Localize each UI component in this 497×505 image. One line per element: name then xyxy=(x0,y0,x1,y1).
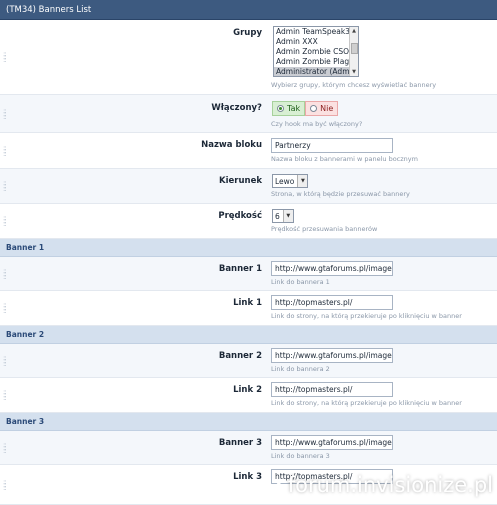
drag-handle-icon[interactable]: :::::: xyxy=(3,107,7,120)
kierunek-label: Kierunek xyxy=(219,176,262,186)
watermark-text: forum.invisionize.pl xyxy=(287,473,493,497)
checkmark-logo-icon xyxy=(265,479,282,493)
wlaczony-yes-option[interactable]: Tak xyxy=(272,101,306,116)
banner-2-label: Banner 2 xyxy=(218,351,262,361)
row-wlaczony: :::::: Włączony? Tak Nie Czy hook ma być… xyxy=(0,95,497,133)
drag-handle-icon[interactable]: :::::: xyxy=(3,144,7,157)
grupy-multiselect[interactable]: Admin TeamSpeak3 Admin XXX Admin Zombie … xyxy=(273,26,359,77)
scroll-up-icon[interactable]: ▲ xyxy=(350,27,358,35)
link-2-input[interactable]: http://topmasters.pl/ xyxy=(271,382,393,397)
chevron-down-icon[interactable]: ▼ xyxy=(282,210,293,222)
grupy-option[interactable]: Admin TeamSpeak3 xyxy=(274,27,358,37)
row-banner-3: :::::: Banner 3 http://www.gtaforums.pl/… xyxy=(0,431,497,465)
kierunek-select[interactable]: Lewo ▼ xyxy=(272,174,309,188)
scroll-down-icon[interactable]: ▼ xyxy=(350,68,358,76)
drag-handle-icon[interactable]: :::::: xyxy=(3,354,7,367)
drag-handle-icon[interactable]: :::::: xyxy=(3,51,7,64)
watermark: forum.invisionize.pl xyxy=(265,473,493,497)
banner-1-label: Banner 1 xyxy=(218,264,262,274)
wlaczony-yes-label: Tak xyxy=(287,104,301,113)
link-3-label: Link 3 xyxy=(233,472,262,482)
link-1-desc: Link do strony, na którą przekieruje po … xyxy=(271,312,462,320)
predkosc-label: Prędkość xyxy=(218,211,262,221)
drag-handle-icon[interactable]: :::::: xyxy=(3,441,7,454)
row-banner-1: :::::: Banner 1 http://www.gtaforums.pl/… xyxy=(0,257,497,291)
chevron-down-icon[interactable]: ▼ xyxy=(297,175,308,187)
row-banner-2: :::::: Banner 2 http://www.gtaforums.pl/… xyxy=(0,344,497,378)
kierunek-desc: Strona, w którą będzie przesuwać bannery xyxy=(271,190,410,198)
scroll-thumb[interactable] xyxy=(351,43,358,54)
grupy-option[interactable]: Admin Zombie CSO xyxy=(274,47,358,57)
link-2-desc: Link do strony, na którą przekieruje po … xyxy=(271,399,462,407)
wlaczony-toggle: Tak Nie xyxy=(272,101,339,116)
grupy-option-selected[interactable]: Administrator (Admin) xyxy=(274,67,358,76)
grupy-option[interactable]: Admin XXX xyxy=(274,37,358,47)
drag-handle-icon[interactable]: :::::: xyxy=(3,180,7,193)
section-banner-3: Banner 3 xyxy=(0,413,497,431)
banner-1-desc: Link do bannera 1 xyxy=(271,278,330,286)
banner-3-desc: Link do bannera 3 xyxy=(271,452,330,460)
grupy-option[interactable]: Admin Zombie Plague xyxy=(274,57,358,67)
predkosc-value: 6 xyxy=(275,211,280,221)
link-2-label: Link 2 xyxy=(233,385,262,395)
banner-3-label: Banner 3 xyxy=(218,438,262,448)
banner-3-input[interactable]: http://www.gtaforums.pl/images/Wol xyxy=(271,435,393,450)
wlaczony-desc: Czy hook ma być włączony? xyxy=(271,120,363,128)
banner-1-input[interactable]: http://www.gtaforums.pl/images/Wol xyxy=(271,261,393,276)
predkosc-select[interactable]: 6 ▼ xyxy=(272,209,294,223)
drag-handle-icon[interactable]: :::::: xyxy=(3,389,7,402)
row-link-1: :::::: Link 1 http://topmasters.pl/ Link… xyxy=(0,291,497,326)
drag-handle-icon[interactable]: :::::: xyxy=(3,267,7,280)
nazwa-bloku-input[interactable]: Partnerzy xyxy=(271,138,393,153)
row-nazwa-bloku: :::::: Nazwa bloku Partnerzy Nazwa bloku… xyxy=(0,133,497,169)
wlaczony-no-label: Nie xyxy=(320,104,334,113)
banner-2-desc: Link do bannera 2 xyxy=(271,365,330,373)
grupy-desc: Wybierz grupy, którym chcesz wyświetlać … xyxy=(271,81,437,89)
nazwa-bloku-desc: Nazwa bloku z bannerami w panelu bocznym xyxy=(271,155,418,163)
grupy-scrollbar[interactable]: ▲ ▼ xyxy=(349,27,358,76)
row-grupy: :::::: Grupy Admin TeamSpeak3 Admin XXX … xyxy=(0,20,497,95)
section-banner-2: Banner 2 xyxy=(0,326,497,344)
page-title: (TM34) Banners List xyxy=(0,0,497,20)
banner-2-input[interactable]: http://www.gtaforums.pl/images/Wol xyxy=(271,348,393,363)
kierunek-value: Lewo xyxy=(275,176,295,186)
link-1-label: Link 1 xyxy=(233,298,262,308)
row-kierunek: :::::: Kierunek Lewo ▼ Strona, w którą b… xyxy=(0,169,497,204)
row-link-2: :::::: Link 2 http://topmasters.pl/ Link… xyxy=(0,378,497,413)
radio-unchecked-icon[interactable] xyxy=(310,105,318,112)
section-banner-1: Banner 1 xyxy=(0,239,497,257)
predkosc-desc: Prędkość przesuwania bannerów xyxy=(271,225,378,233)
drag-handle-icon[interactable]: :::::: xyxy=(3,478,7,491)
nazwa-bloku-label: Nazwa bloku xyxy=(201,140,262,150)
drag-handle-icon[interactable]: :::::: xyxy=(3,215,7,228)
link-1-input[interactable]: http://topmasters.pl/ xyxy=(271,295,393,310)
grupy-label: Grupy xyxy=(233,28,262,38)
wlaczony-label: Włączony? xyxy=(211,103,262,113)
row-predkosc: :::::: Prędkość 6 ▼ Prędkość przesuwania… xyxy=(0,204,497,239)
drag-handle-icon[interactable]: :::::: xyxy=(3,302,7,315)
radio-checked-icon[interactable] xyxy=(277,105,284,112)
wlaczony-no-option[interactable]: Nie xyxy=(305,101,339,116)
